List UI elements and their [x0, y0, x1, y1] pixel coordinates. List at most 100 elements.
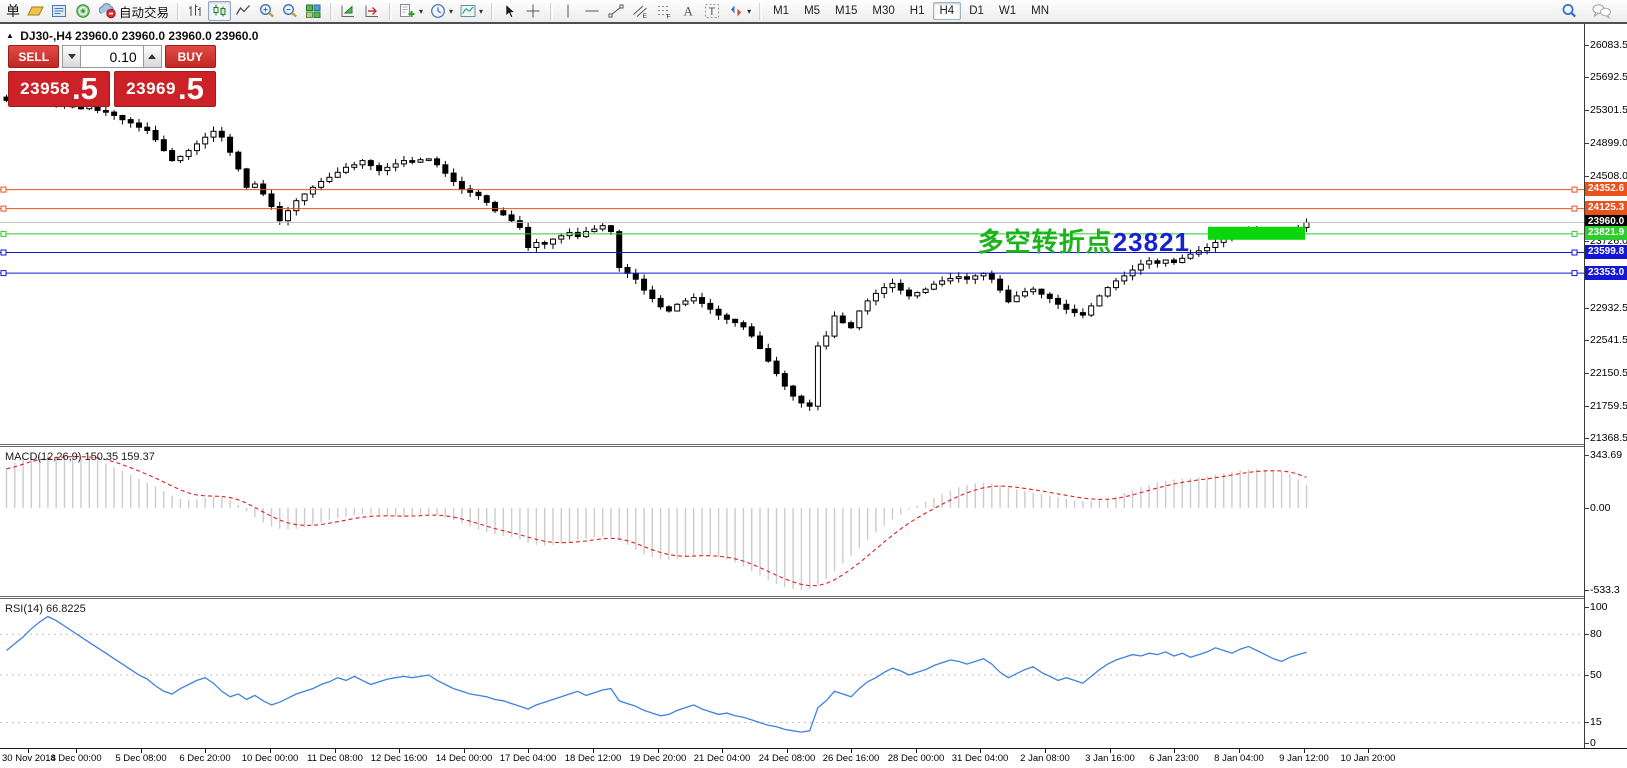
price-axis[interactable]: 26083.5 25692.5 25301.5 24899.0 24508.0 23726… [1584, 24, 1627, 749]
zoom-out-button[interactable] [279, 1, 301, 21]
timeframe-m5-button[interactable]: M5 [797, 2, 827, 20]
trendline-button[interactable] [605, 1, 628, 21]
candlestick-chart[interactable] [0, 24, 1584, 444]
candle [814, 345, 821, 407]
periods-button[interactable]: ▾ [427, 1, 456, 21]
sell-price-display[interactable]: 23958 .5 [8, 71, 110, 107]
candle [831, 315, 838, 337]
horizontal-line-button[interactable] [581, 1, 604, 21]
candle [185, 150, 192, 157]
tile-windows-button[interactable] [302, 1, 325, 21]
candle [732, 318, 739, 324]
time-axis-label: 12 Dec 16:00 [370, 753, 428, 764]
search-button[interactable] [1558, 1, 1580, 21]
dropdown-caret-icon[interactable]: ▾ [419, 7, 423, 16]
candle [980, 272, 987, 277]
line-handle [0, 249, 7, 256]
price-axis-label: 22541.5 [1590, 334, 1627, 346]
sell-price-main: 23958 [20, 79, 70, 98]
volume-increase-button[interactable] [142, 45, 162, 68]
candle [947, 277, 954, 282]
candle [740, 322, 747, 328]
timeframe-m15-button[interactable]: M15 [828, 2, 864, 20]
auto-scroll-button[interactable] [337, 1, 360, 21]
vertical-line-button[interactable] [557, 1, 580, 21]
svg-text:T: T [709, 6, 716, 18]
fibonacci-button[interactable]: F [653, 1, 676, 21]
candle [790, 385, 797, 397]
time-axis-label: 10 Dec 00:00 [241, 753, 299, 764]
equidistant-channel-button[interactable]: E [629, 1, 652, 21]
timeframe-h4-button[interactable]: H4 [932, 2, 962, 20]
level-lines[interactable] [0, 186, 1584, 277]
axis-tick [1585, 340, 1589, 341]
templates-button[interactable]: ▾ [457, 1, 486, 21]
collapse-panel-icon[interactable]: ▲ [6, 31, 14, 40]
dropdown-caret-icon[interactable]: ▾ [747, 7, 751, 16]
line-chart-button[interactable] [232, 1, 255, 21]
dropdown-caret-icon[interactable]: ▾ [479, 7, 483, 16]
orders-button[interactable]: 单 [3, 1, 23, 21]
new-order-button[interactable] [24, 1, 47, 21]
candle [699, 297, 706, 304]
candle [301, 193, 308, 202]
timeframe-mn-button[interactable]: MN [1024, 2, 1056, 20]
rsi-indicator-panel[interactable] [0, 599, 1584, 748]
dropdown-caret-icon[interactable]: ▾ [449, 7, 453, 16]
arrows-button[interactable]: ▾ [725, 1, 754, 21]
axis-tick [1585, 634, 1589, 635]
candle [508, 214, 515, 222]
crosshair-button[interactable] [522, 1, 545, 21]
market-watch-button[interactable] [48, 1, 71, 21]
price-axis-label: 80 [1590, 628, 1602, 640]
pivot-annotation[interactable]: 多空转折点23821 [978, 222, 1190, 259]
buy-price-display[interactable]: 23969 .5 [114, 71, 216, 107]
candle [756, 335, 763, 349]
candle [690, 297, 697, 302]
indicators-button[interactable]: ▾ [396, 1, 426, 21]
sell-button[interactable]: SELL [8, 45, 60, 68]
candle [169, 150, 176, 162]
text-button[interactable]: A [677, 1, 700, 21]
price-axis-label: 24508.0 [1590, 170, 1627, 182]
timeframe-d1-button[interactable]: D1 [962, 2, 991, 20]
candle [102, 110, 109, 113]
timeframe-w1-button[interactable]: W1 [992, 2, 1023, 20]
timeframe-m30-button[interactable]: M30 [865, 2, 901, 20]
candle [599, 225, 606, 230]
buy-button[interactable]: BUY [164, 45, 216, 68]
time-axis[interactable]: 30 Nov 2018 4 Dec 00:00 5 Dec 08:00 6 Dec 2… [0, 748, 1627, 768]
cursor-button[interactable] [498, 1, 521, 21]
candle [177, 155, 184, 162]
price-axis-label: 0.00 [1590, 502, 1611, 514]
timeframe-m1-button[interactable]: M1 [766, 2, 796, 20]
candle [475, 191, 482, 197]
price-axis-label: 21759.5 [1590, 400, 1627, 412]
timeframe-h1-button[interactable]: H1 [903, 2, 932, 20]
time-axis-label: 21 Dec 04:00 [693, 753, 751, 764]
candle [1303, 221, 1310, 228]
volume-decrease-button[interactable] [62, 45, 82, 68]
macd-indicator-panel[interactable] [0, 447, 1584, 596]
text-label-button[interactable]: T [701, 1, 724, 21]
candle [1071, 308, 1078, 314]
autotrading-button[interactable]: 自动交易 [96, 1, 172, 21]
axis-tick [1585, 508, 1589, 509]
highlight-zone[interactable] [1208, 226, 1305, 240]
time-axis-label: 9 Jan 12:00 [1279, 753, 1329, 764]
candle [434, 158, 441, 166]
navigator-button[interactable] [72, 1, 95, 21]
chat-button[interactable] [1589, 1, 1615, 21]
candle [409, 160, 416, 163]
candle [682, 300, 689, 305]
candle [1170, 259, 1177, 263]
time-axis-label: 8 Jan 04:00 [1214, 753, 1264, 764]
zoom-in-button[interactable] [256, 1, 278, 21]
chart-shift-button[interactable] [361, 1, 384, 21]
volume-input[interactable]: 0.10 [81, 45, 143, 68]
svg-text:A: A [684, 4, 694, 19]
axis-tick [1585, 722, 1589, 723]
candle [400, 160, 407, 165]
candlestick-chart-button[interactable] [208, 1, 232, 21]
bar-chart-button[interactable] [184, 1, 207, 21]
